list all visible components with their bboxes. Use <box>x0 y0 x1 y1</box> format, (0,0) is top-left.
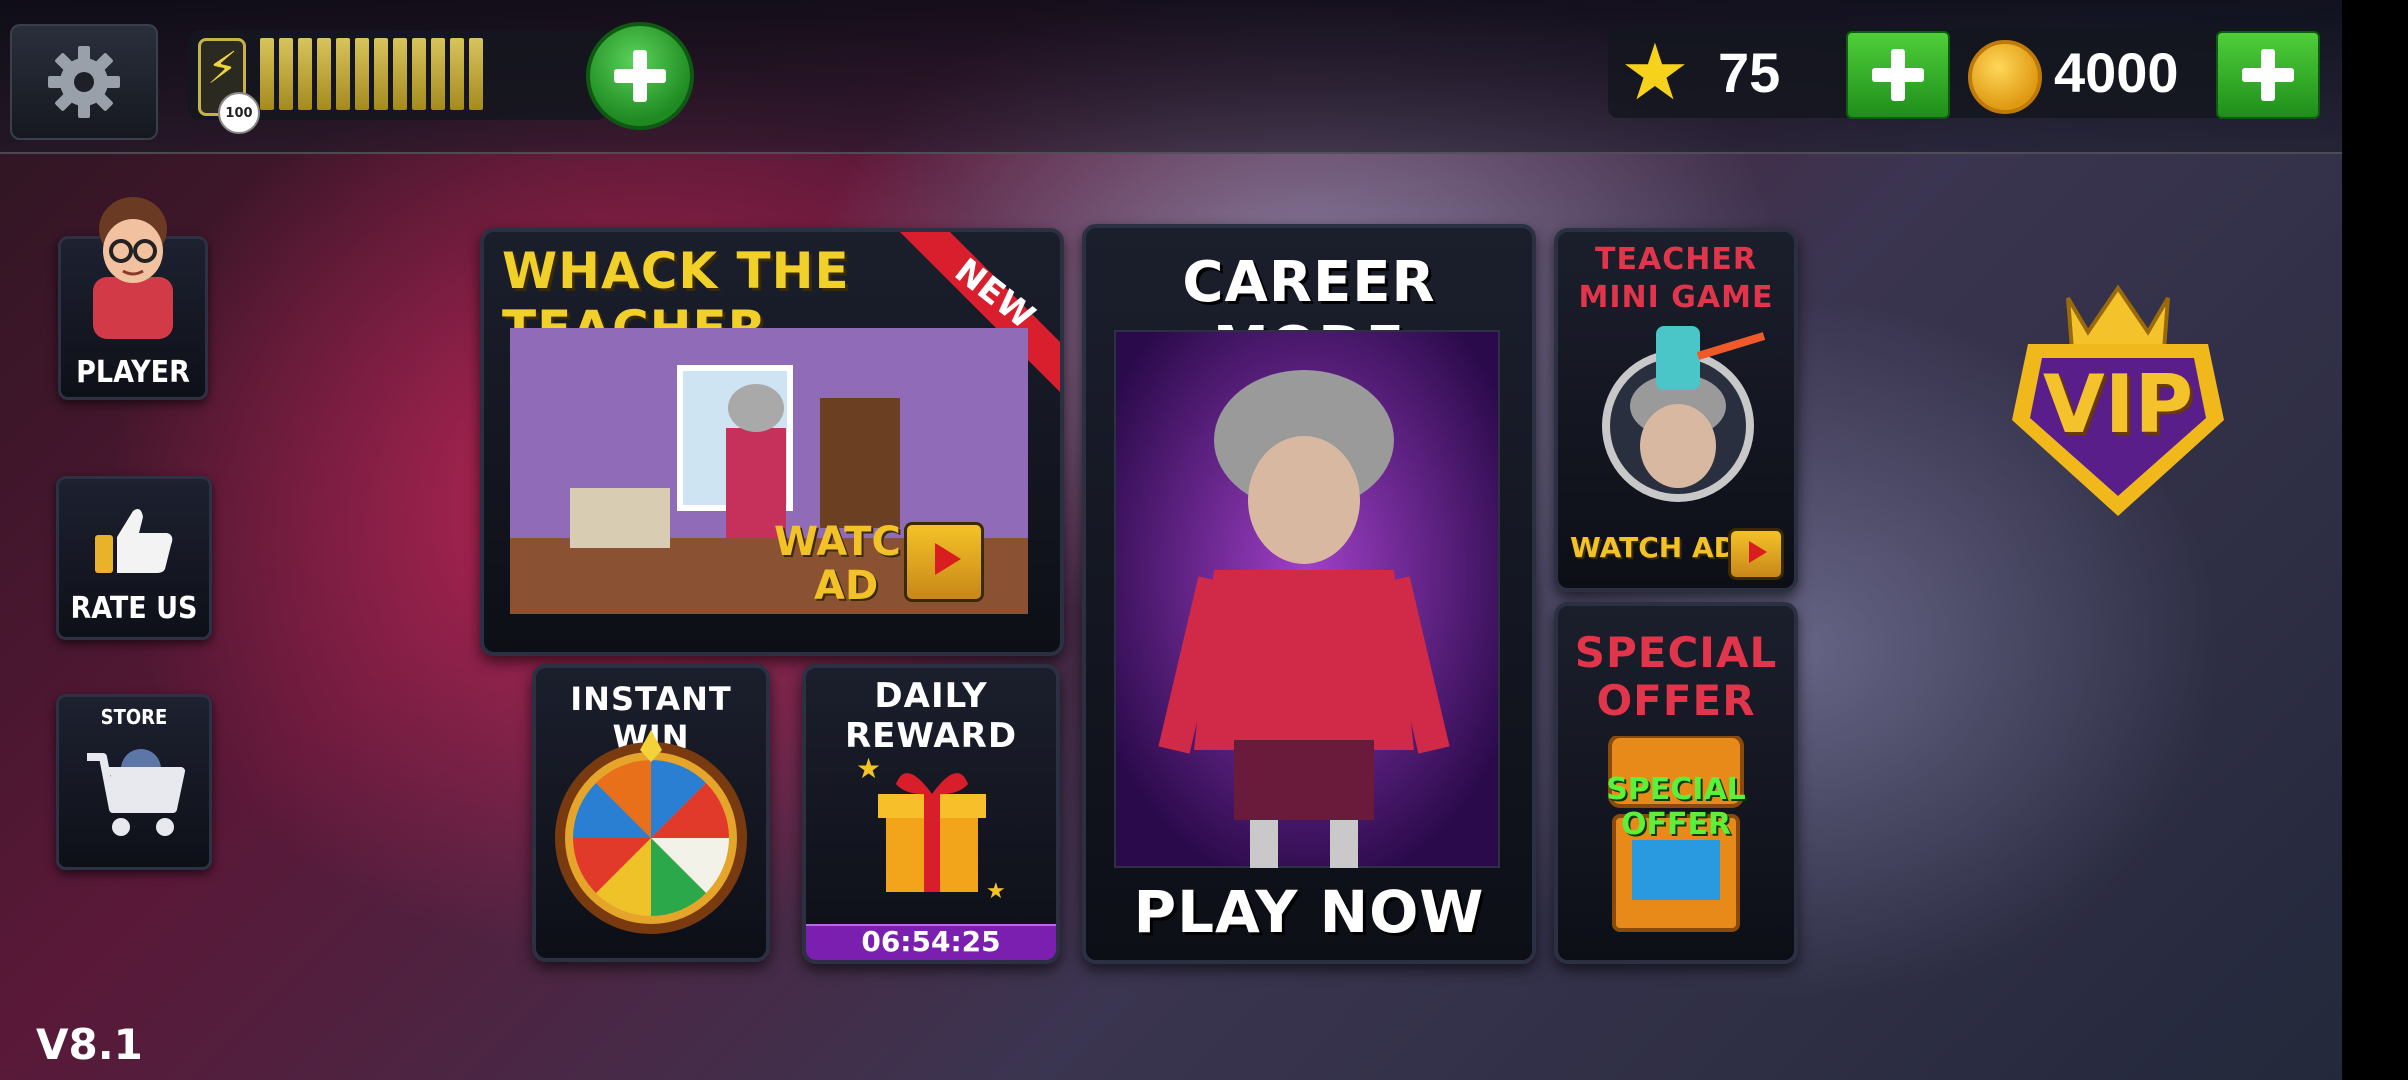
rate-us-label: RATE US <box>70 591 198 626</box>
video-play-icon <box>904 522 984 602</box>
energy-meter: ⚡ 100 <box>188 30 608 134</box>
energy-bar <box>279 38 293 110</box>
screen-edge <box>2342 0 2408 1080</box>
gift-box-icon: ★ ★ <box>856 752 1006 904</box>
gear-icon <box>48 46 120 118</box>
special-offer-label: SPECIAL OFFER <box>1606 772 1746 842</box>
special-offer-title-line2: OFFER <box>1596 676 1756 725</box>
player-label: PLAYER <box>76 355 190 390</box>
star-count: 75 <box>1718 41 1781 104</box>
mini-game-teacher-icon <box>1602 326 1766 502</box>
special-offer-title-line1: SPECIAL <box>1574 628 1778 677</box>
svg-text:★: ★ <box>856 752 881 785</box>
energy-bar <box>450 38 464 110</box>
energy-bar <box>412 38 426 110</box>
teacher-character-image <box>1114 330 1500 868</box>
settings-button[interactable] <box>10 24 158 140</box>
add-energy-button[interactable] <box>586 22 694 130</box>
energy-bar <box>355 38 369 110</box>
plus-icon <box>1872 49 1924 101</box>
add-stars-button[interactable] <box>1846 31 1950 119</box>
rate-us-button[interactable]: RATE US <box>56 476 212 640</box>
svg-text:★: ★ <box>986 879 1006 904</box>
thumbs-up-icon <box>95 509 173 573</box>
daily-reward-card[interactable]: DAILY REWARD ★ ★ 06:54:25 <box>802 664 1060 964</box>
store-label: STORE <box>100 705 168 729</box>
store-button[interactable]: STORE <box>56 694 212 870</box>
teacher-mini-game-card[interactable]: TEACHER MINI GAME WATCH AD <box>1554 228 1798 592</box>
daily-reward-timer: 06:54:25 <box>861 925 1001 958</box>
plus-icon <box>614 50 666 102</box>
instant-win-card[interactable]: INSTANT WIN <box>532 664 770 962</box>
career-mode-card[interactable]: CAREER MODE PLAY NOW <box>1082 224 1536 964</box>
energy-bar <box>336 38 350 110</box>
add-coins-button[interactable] <box>2216 31 2320 119</box>
coin-count: 4000 <box>2054 41 2179 104</box>
energy-bar <box>393 38 407 110</box>
currency-panel: ★ 75 4000 <box>1608 28 2320 119</box>
shopping-cart-icon <box>87 749 185 836</box>
vip-label: VIP <box>2042 358 2194 451</box>
player-button[interactable]: PLAYER <box>58 197 208 400</box>
energy-bar <box>469 38 483 110</box>
energy-bar <box>260 38 274 110</box>
plus-icon <box>2242 49 2294 101</box>
player-avatar-icon <box>93 197 173 339</box>
mini-game-watch-ad: WATCH AD <box>1570 531 1737 564</box>
whack-the-teacher-card[interactable]: WHACK THE TEACHER NEW WATCH AD <box>480 228 1064 656</box>
top-bar: ⚡ 100 ★ 75 4000 <box>0 0 2342 154</box>
energy-bar <box>374 38 388 110</box>
energy-bar <box>431 38 445 110</box>
play-now-button[interactable]: PLAY NOW <box>1086 878 1532 946</box>
video-play-icon <box>1728 528 1784 580</box>
coin-icon <box>1968 40 2042 114</box>
energy-bar <box>298 38 312 110</box>
version-label: V8.1 <box>36 1020 143 1069</box>
special-offer-card[interactable]: SPECIAL OFFER SPECIAL OFFER <box>1554 602 1798 964</box>
energy-bars <box>260 38 483 110</box>
energy-bar <box>317 38 331 110</box>
mini-game-title-line2: MINI GAME <box>1578 280 1774 315</box>
mini-game-title-line1: TEACHER <box>1595 242 1757 277</box>
star-icon: ★ <box>1620 28 1690 118</box>
energy-count: 100 <box>218 92 260 134</box>
prize-wheel-icon <box>555 730 747 934</box>
whack-watch-line2: AD <box>814 563 879 609</box>
